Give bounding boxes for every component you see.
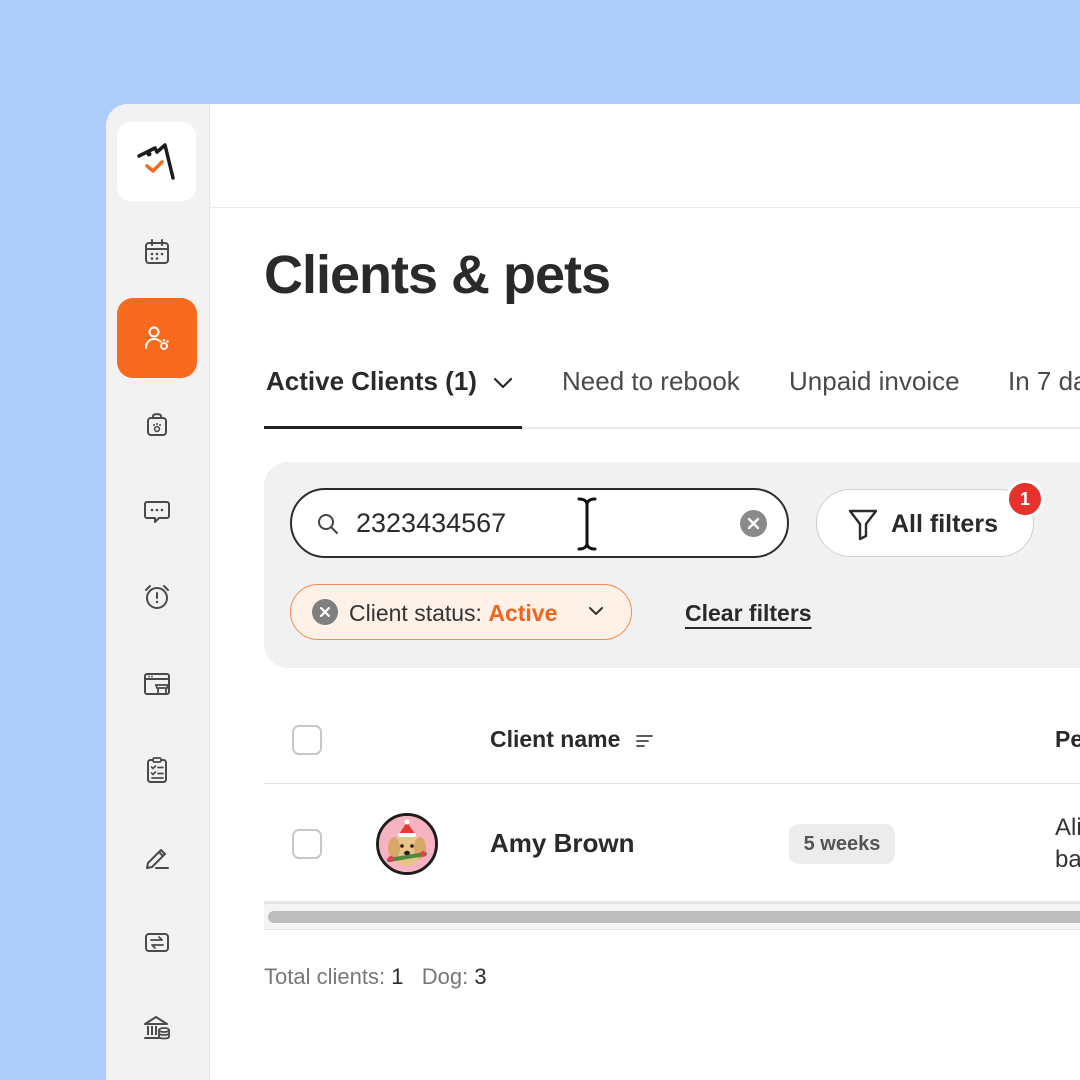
total-clients-value: 1 <box>391 964 404 989</box>
client-tabs: Active Clients (1) Need to rebook Unpaid… <box>264 356 1080 429</box>
app-window: Clients & pets Active Clients (1) Need t… <box>106 104 1080 1080</box>
chip-filter-value: Active <box>488 600 558 626</box>
chip-label: Client status: Active <box>349 600 557 627</box>
all-filters-label: All filters <box>891 510 998 538</box>
row-checkbox[interactable] <box>292 829 322 859</box>
chevron-down-icon <box>589 607 603 615</box>
tab-upcoming[interactable]: In 7 days <box>1008 366 1080 397</box>
storefront-icon <box>144 673 170 695</box>
calendar-icon <box>145 239 169 264</box>
pet-service: bath <box>1055 846 1080 873</box>
pencil-icon <box>146 849 169 869</box>
pet-name: Alice <box>1055 814 1080 841</box>
total-clients-label: Total clients: <box>264 964 386 989</box>
clipboard-checklist-icon <box>147 757 167 783</box>
column-header-label: Client name <box>490 726 621 752</box>
tab-active-clients[interactable]: Active Clients (1) <box>266 366 514 397</box>
text-cursor-icon <box>576 496 598 552</box>
chip-filter-name: Client status: <box>349 600 482 626</box>
logo-icon <box>136 142 175 180</box>
column-header-pet[interactable]: Pet <box>1055 726 1080 753</box>
sidebar-item-storefront[interactable] <box>117 644 197 724</box>
pet-bag-icon <box>147 413 167 436</box>
search-input[interactable] <box>356 508 716 539</box>
tab-unpaid-invoice[interactable]: Unpaid invoice <box>789 366 960 397</box>
filter-funnel-icon <box>848 509 878 541</box>
table-row[interactable]: Amy Brown 5 weeks Alice bath <box>264 784 1080 904</box>
table-header: Client name Pet <box>264 704 1080 784</box>
message-icon <box>144 501 170 523</box>
sidebar-item-transactions[interactable] <box>117 902 197 982</box>
avatar <box>376 813 438 875</box>
top-bar <box>210 104 1080 208</box>
client-paw-icon <box>145 326 169 350</box>
close-icon <box>747 517 760 530</box>
sort-icon <box>635 735 653 747</box>
filter-count-badge: 1 <box>1006 480 1044 518</box>
sidebar-item-clients[interactable] <box>117 298 197 378</box>
horizontal-scrollbar[interactable] <box>264 904 1080 930</box>
app-logo[interactable] <box>117 122 196 201</box>
rebook-interval-badge: 5 weeks <box>789 824 895 864</box>
scrollbar-thumb[interactable] <box>268 911 1080 923</box>
pet-info: Alice bath <box>1055 812 1080 876</box>
sidebar-item-calendar[interactable] <box>117 212 197 292</box>
footer-stats: Total clients: 1 Dog: 3 <box>264 964 487 990</box>
active-tab-indicator <box>264 426 522 429</box>
page-title: Clients & pets <box>264 245 611 305</box>
sidebar-item-edit[interactable] <box>117 816 197 896</box>
sidebar-item-pets[interactable] <box>117 384 197 464</box>
sidebar <box>106 104 210 1080</box>
sidebar-item-reminders[interactable] <box>117 557 197 637</box>
sidebar-item-finance[interactable] <box>117 988 197 1068</box>
select-all-checkbox[interactable] <box>292 725 322 755</box>
clear-filters-link[interactable]: Clear filters <box>685 600 812 627</box>
remove-filter-button[interactable] <box>312 599 338 625</box>
all-filters-button[interactable]: All filters <box>816 489 1034 557</box>
filter-panel: All filters 1 Client status: Active Clea… <box>264 462 1080 668</box>
search-icon <box>318 514 338 534</box>
tab-label: Active Clients (1) <box>266 366 477 396</box>
tab-need-to-rebook[interactable]: Need to rebook <box>562 366 740 397</box>
dog-count-value: 3 <box>474 964 487 989</box>
main-content: Clients & pets Active Clients (1) Need t… <box>210 104 1080 1080</box>
client-status-filter-chip[interactable]: Client status: Active <box>290 584 632 640</box>
close-icon <box>319 606 331 618</box>
sidebar-item-tasks[interactable] <box>117 730 197 810</box>
clear-search-button[interactable] <box>740 510 767 537</box>
alarm-clock-icon <box>145 585 169 609</box>
column-header-client-name[interactable]: Client name <box>490 726 655 753</box>
sidebar-item-messages[interactable] <box>117 471 197 551</box>
client-name-link[interactable]: Amy Brown <box>490 828 634 859</box>
search-field[interactable] <box>290 488 789 558</box>
bank-icon <box>144 1016 170 1040</box>
dog-count-label: Dog: <box>421 964 469 989</box>
chevron-down-icon <box>494 378 513 389</box>
exchange-icon <box>145 933 169 952</box>
dog-photo-avatar-icon <box>379 816 435 872</box>
